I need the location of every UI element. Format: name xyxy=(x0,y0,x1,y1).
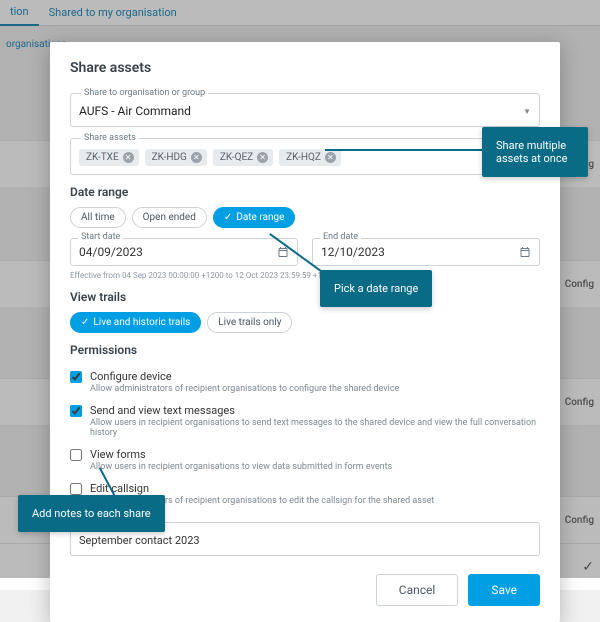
pill-live-only[interactable]: Live trails only xyxy=(207,312,292,333)
permissions-title: Permissions xyxy=(70,343,540,357)
end-date-field[interactable]: End date 12/10/2023 xyxy=(312,238,540,266)
start-date-label: Start date xyxy=(78,232,123,242)
pill-live-historic[interactable]: ✓ Live and historic trails xyxy=(70,312,201,333)
check-icon: ✓ xyxy=(81,317,89,328)
modal-title: Share assets xyxy=(70,60,540,76)
pill-all-time[interactable]: All time xyxy=(70,207,126,228)
trails-title: View trails xyxy=(70,290,540,304)
perm-checkbox[interactable] xyxy=(70,405,82,417)
org-select-label: Share to organisation or group xyxy=(81,88,208,98)
remove-icon[interactable]: ✕ xyxy=(123,152,134,163)
end-date-value: 12/10/2023 xyxy=(321,245,385,259)
pill-label: Live and historic trails xyxy=(93,317,190,328)
start-date-field[interactable]: Start date 04/09/2023 xyxy=(70,238,298,266)
end-date-label: End date xyxy=(320,232,361,242)
assets-chips-field[interactable]: Share assets ZK-TXE ✕ ZK-HDG ✕ ZK-QEZ ✕ ZK-… xyxy=(70,133,540,175)
perm-subtext: Allow users in recipient organisations t… xyxy=(90,418,540,438)
asset-chip-label: ZK-HDG xyxy=(152,152,187,163)
perm-configure-device: Configure deviceAllow administrators of … xyxy=(70,365,540,399)
remove-icon[interactable]: ✕ xyxy=(325,152,336,163)
check-icon: ✓ xyxy=(224,212,232,223)
perm-checkbox[interactable] xyxy=(70,371,82,383)
pill-date-range[interactable]: ✓ Date range xyxy=(213,207,296,228)
asset-chip[interactable]: ZK-HDG ✕ xyxy=(145,149,207,166)
asset-chip[interactable]: ZK-QEZ ✕ xyxy=(213,149,273,166)
remove-icon[interactable]: ✕ xyxy=(257,152,268,163)
pill-open-ended[interactable]: Open ended xyxy=(132,207,207,228)
perm-title-text: Edit callsign xyxy=(90,482,434,495)
org-select-value: AUFS - Air Command xyxy=(79,104,191,118)
perm-view-forms: View formsAllow users in recipient organ… xyxy=(70,443,540,477)
callout-notes: Add notes to each share xyxy=(18,495,165,532)
remove-icon[interactable]: ✕ xyxy=(191,152,202,163)
org-select[interactable]: Share to organisation or group AUFS - Ai… xyxy=(70,88,540,127)
cancel-button[interactable]: Cancel xyxy=(376,574,459,606)
calendar-icon[interactable] xyxy=(519,246,531,258)
start-date-value: 04/09/2023 xyxy=(79,245,143,259)
asset-chip-label: ZK-HQZ xyxy=(286,152,321,163)
daterange-title: Date range xyxy=(70,185,540,199)
effective-range-text: Effective from 04 Sep 2023 00:00:00 +120… xyxy=(70,271,540,280)
perm-send-view-messages: Send and view text messagesAllow users i… xyxy=(70,399,540,443)
assets-label: Share assets xyxy=(81,133,139,143)
perm-subtext: Allow administrators of recipient organi… xyxy=(90,384,399,394)
asset-chip-label: ZK-QEZ xyxy=(220,152,253,163)
asset-chip[interactable]: ZK-TXE ✕ xyxy=(79,149,139,166)
callout-line xyxy=(325,149,482,151)
save-button[interactable]: Save xyxy=(468,574,540,606)
perm-subtext: Allow users in recipient organisations t… xyxy=(90,462,392,472)
perm-checkbox[interactable] xyxy=(70,483,82,495)
chevron-down-icon: ▼ xyxy=(523,107,531,116)
asset-chip[interactable]: ZK-HQZ ✕ xyxy=(279,149,341,166)
pill-label: Date range xyxy=(236,212,284,223)
perm-title-text: Configure device xyxy=(90,370,399,383)
note-input[interactable] xyxy=(79,534,531,547)
perm-checkbox[interactable] xyxy=(70,449,82,461)
perm-title-text: Send and view text messages xyxy=(90,404,540,417)
callout-date-range: Pick a date range xyxy=(320,270,432,307)
callout-share-multiple: Share multiple assets at once xyxy=(482,127,588,177)
asset-chip-label: ZK-TXE xyxy=(86,152,119,163)
perm-title-text: View forms xyxy=(90,448,392,461)
